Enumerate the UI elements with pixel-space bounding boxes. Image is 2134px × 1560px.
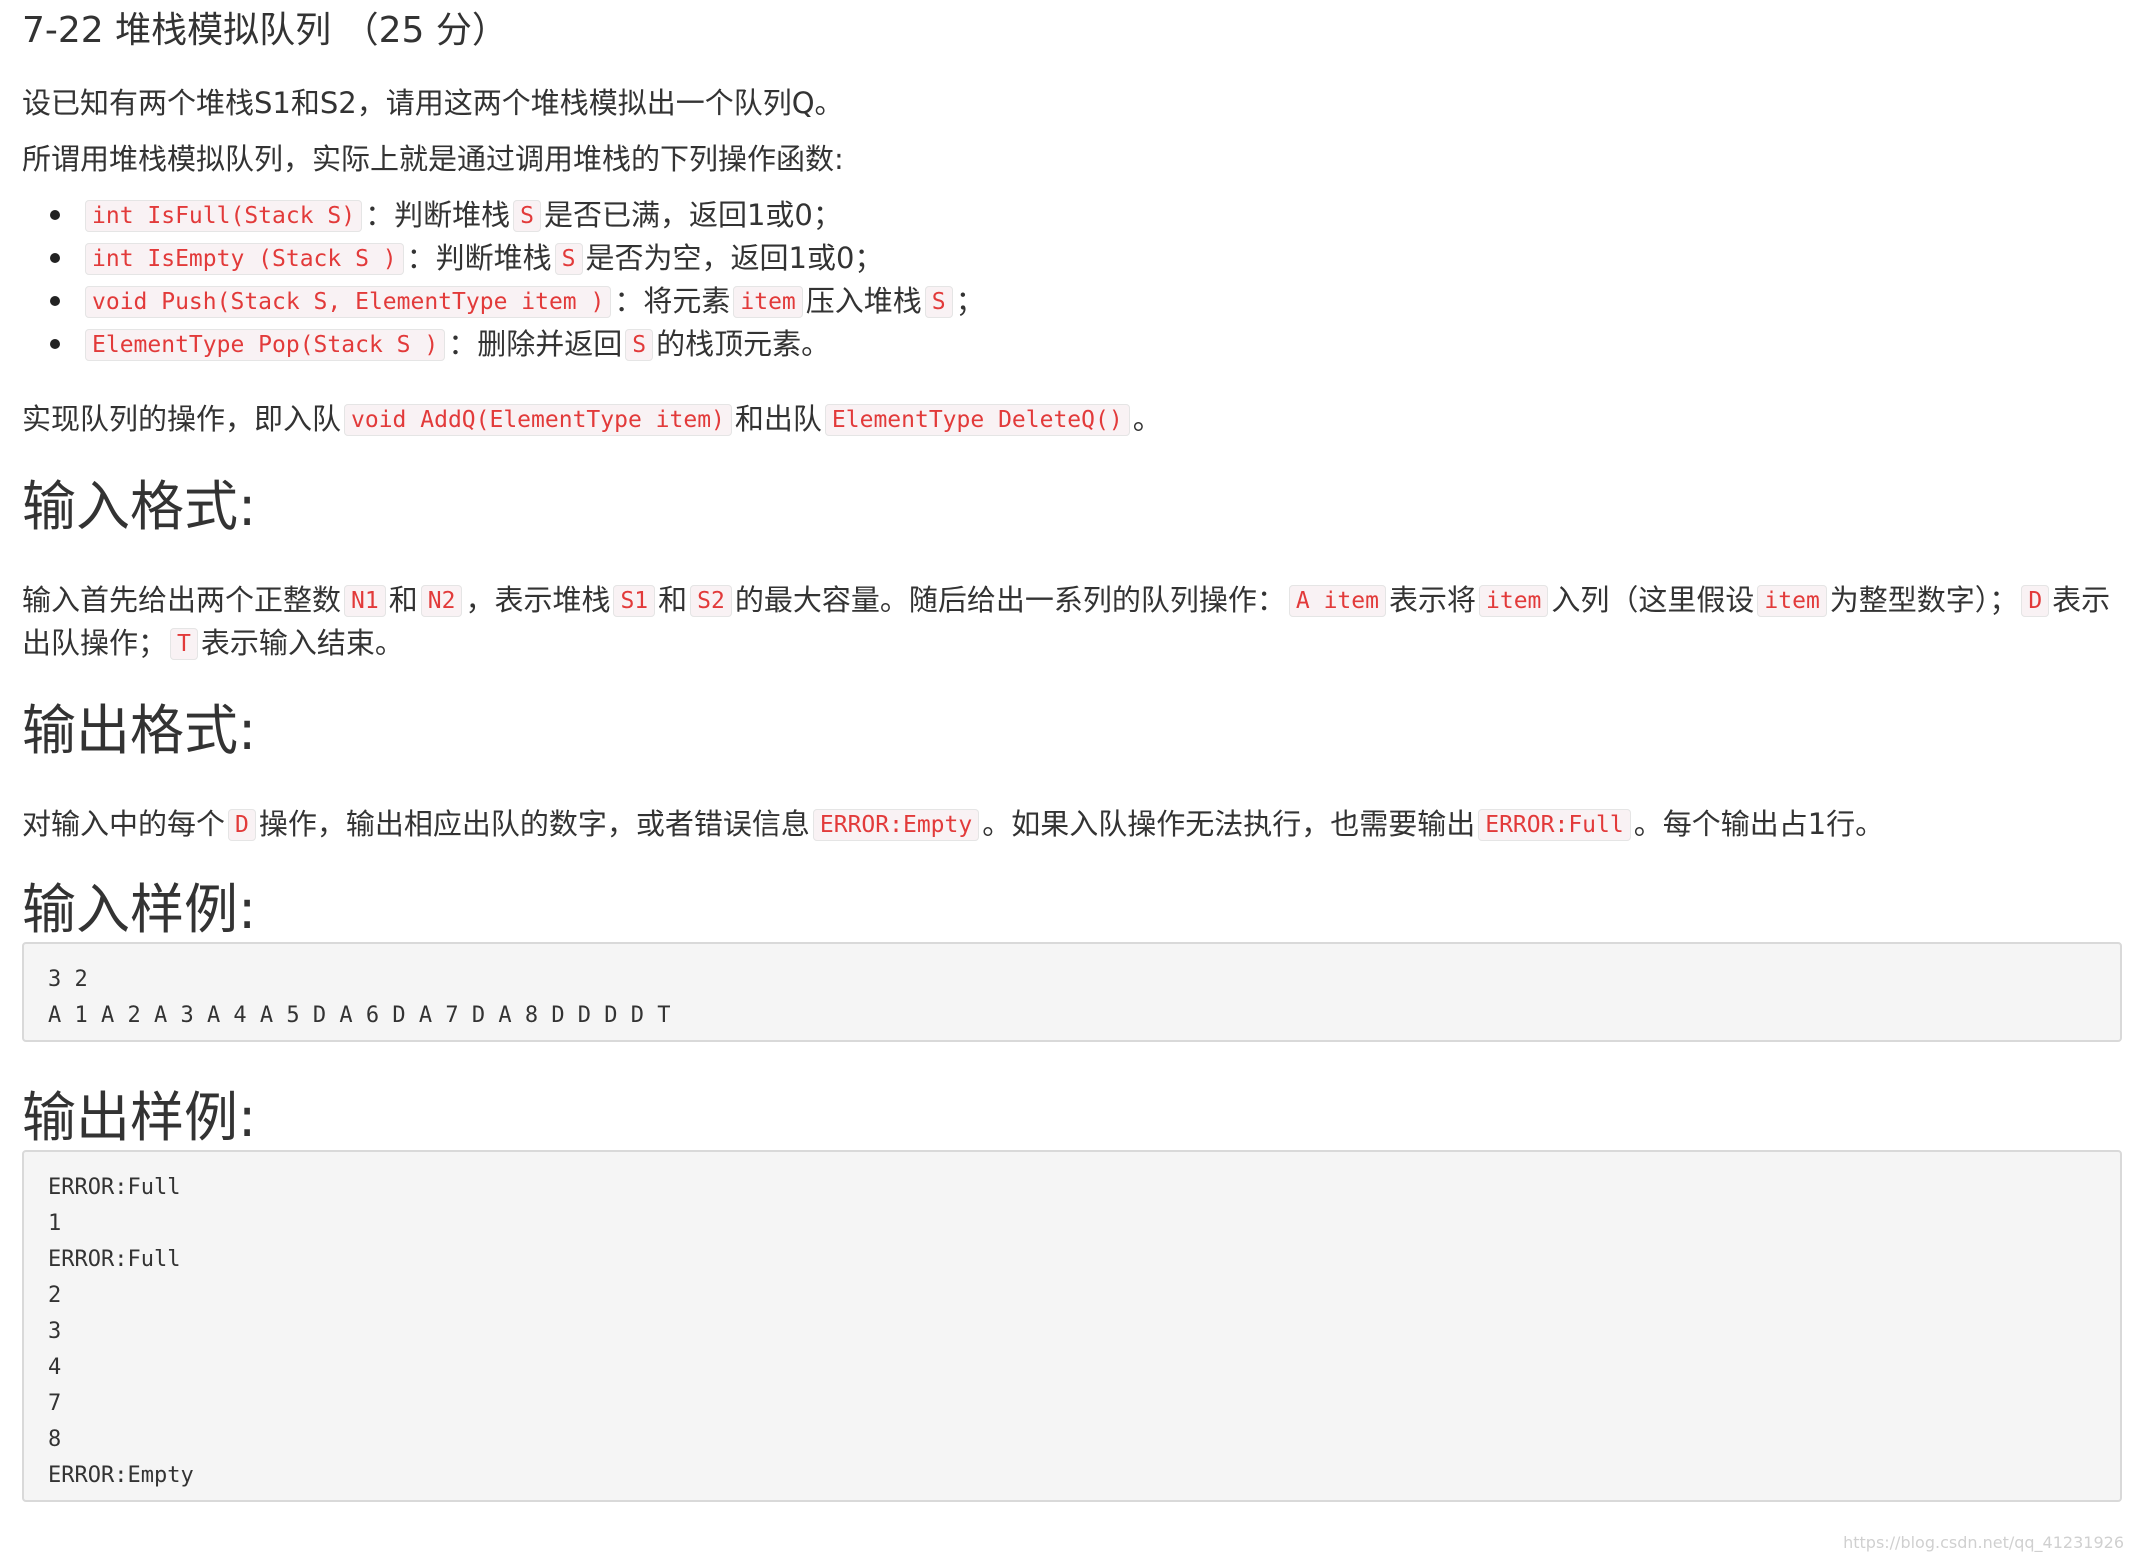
inline-code: S	[924, 286, 953, 318]
watermark: https://blog.csdn.net/qq_41231926	[1843, 1533, 2124, 1552]
inline-code: int IsFull(Stack S)	[85, 200, 363, 232]
intro-line-1: 设已知有两个堆栈S1和S2，请用这两个堆栈模拟出一个队列Q。	[22, 86, 844, 120]
problem-page: 7-22 堆栈模拟队列 （25 分） 设已知有两个堆栈S1和S2，请用这两个堆栈…	[22, 0, 2134, 1502]
intro-line-2: 所谓用堆栈模拟队列，实际上就是通过调用堆栈的下列操作函数:	[22, 142, 844, 176]
inline-code: ElementType Pop(Stack S )	[85, 329, 446, 361]
sample-output-heading: 输出样例:	[22, 1086, 257, 1149]
implementation-paragraph: 实现队列的操作，即入队 void AddQ(ElementType item) 和出…	[22, 402, 1162, 436]
inline-code: D	[228, 809, 256, 841]
output-format-heading: 输出格式:	[22, 699, 257, 762]
list-item: void Push(Stack S, ElementType item ) ：将元…	[50, 280, 2134, 323]
inline-code: A item	[1288, 585, 1386, 617]
inline-code: ERROR:Full	[1478, 809, 1631, 841]
list-item: int IsEmpty (Stack S ) ：判断堆栈 S 是否为空，返回1或0；	[50, 237, 2134, 280]
inline-code: N1	[344, 585, 386, 617]
inline-code: S	[625, 329, 654, 361]
sample-input-block[interactable]: 3 2 A 1 A 2 A 3 A 4 A 5 D A 6 D A 7 D A …	[22, 942, 2122, 1042]
sample-output-block[interactable]: ERROR:Full 1 ERROR:Full 2 3 4 7 8 ERROR:…	[22, 1150, 2122, 1502]
inline-code: void Push(Stack S, ElementType item )	[85, 286, 612, 318]
problem-title: 7-22 堆栈模拟队列 （25 分）	[22, 10, 508, 51]
inline-code: int IsEmpty (Stack S )	[85, 243, 404, 275]
input-format-paragraph: 输入首先给出两个正整数 N1 和 N2 ，表示堆栈 S1 和 S2 的最大容量。随后给出一系列的…	[22, 583, 2111, 660]
operations-list: int IsFull(Stack S) ：判断堆栈 S 是否已满，返回1或0； int…	[22, 194, 2134, 366]
inline-code: S	[513, 200, 541, 232]
inline-code: ERROR:Empty	[812, 809, 980, 841]
inline-code: T	[170, 628, 198, 660]
inline-code: S1	[613, 585, 656, 617]
list-item: int IsFull(Stack S) ：判断堆栈 S 是否已满，返回1或0；	[50, 194, 2134, 237]
inline-code: item	[733, 286, 803, 318]
inline-code: D	[2021, 585, 2050, 617]
inline-code: N2	[420, 585, 463, 617]
input-format-heading: 输入格式:	[22, 475, 257, 538]
output-format-paragraph: 对输入中的每个 D 操作，输出相应出队的数字，或者错误信息 ERROR:Empty 。如…	[22, 807, 1885, 841]
inline-code: item	[1479, 585, 1549, 617]
sample-input-heading: 输入样例:	[22, 878, 257, 941]
inline-code: ElementType DeleteQ()	[824, 404, 1130, 436]
inline-code: S	[554, 243, 583, 275]
inline-code: item	[1757, 585, 1827, 617]
inline-code: S2	[690, 585, 732, 617]
list-item: ElementType Pop(Stack S ) ：删除并返回 S 的栈顶元素。	[50, 323, 2134, 366]
inline-code: void AddQ(ElementType item)	[344, 404, 732, 436]
